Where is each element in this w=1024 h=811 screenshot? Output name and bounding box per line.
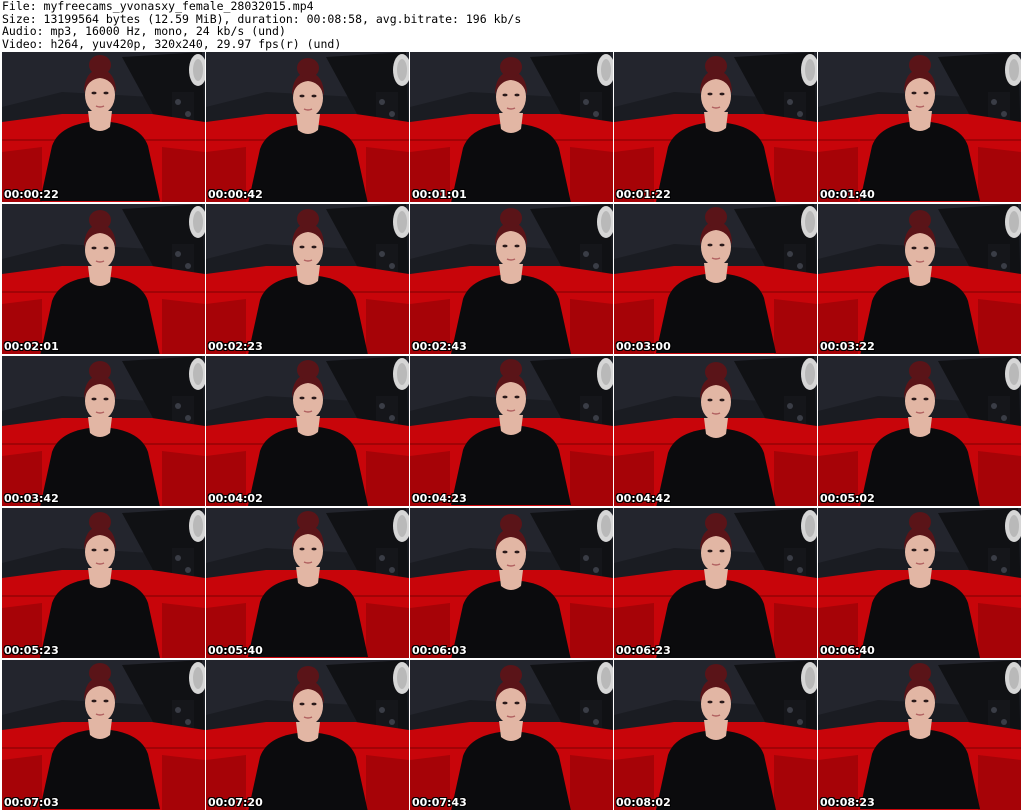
video-frame-thumbnail[interactable]: 00:01:40 — [818, 52, 1021, 202]
frame-image — [818, 204, 1021, 354]
frame-timestamp: 00:02:01 — [4, 340, 59, 353]
video-frame-thumbnail[interactable]: 00:08:02 — [614, 660, 817, 810]
frame-image — [614, 660, 817, 810]
video-frame-thumbnail[interactable]: 00:05:23 — [2, 508, 205, 658]
video-info-line: Video: h264, yuv420p, 320x240, 29.97 fps… — [2, 36, 342, 51]
frame-image — [410, 52, 613, 202]
frame-image — [2, 52, 205, 202]
frame-image — [614, 52, 817, 202]
audio-info-line: Audio: mp3, 16000 Hz, mono, 24 kb/s (und… — [2, 24, 286, 38]
frame-timestamp: 00:06:40 — [820, 644, 875, 657]
frame-image — [818, 508, 1021, 658]
frame-timestamp: 00:02:23 — [208, 340, 263, 353]
video-frame-thumbnail[interactable]: 00:05:02 — [818, 356, 1021, 506]
frame-image — [818, 660, 1021, 810]
thumbnail-grid: 00:00:22 00:00:42 00:01:01 00:01:22 00:01:40… — [2, 52, 1022, 811]
frame-timestamp: 00:07:03 — [4, 796, 59, 809]
video-frame-thumbnail[interactable]: 00:04:42 — [614, 356, 817, 506]
frame-image — [614, 356, 817, 506]
frame-image — [410, 204, 613, 354]
frame-timestamp: 00:05:23 — [4, 644, 59, 657]
video-frame-thumbnail[interactable]: 00:02:43 — [410, 204, 613, 354]
frame-image — [206, 508, 409, 658]
frame-timestamp: 00:06:23 — [616, 644, 671, 657]
video-frame-thumbnail[interactable]: 00:01:22 — [614, 52, 817, 202]
video-frame-thumbnail[interactable]: 00:08:23 — [818, 660, 1021, 810]
frame-timestamp: 00:06:03 — [412, 644, 467, 657]
frame-image — [410, 508, 613, 658]
file-info-header: File: myfreecams_yvonasxy_female_2803201… — [2, 0, 1022, 50]
video-frame-thumbnail[interactable]: 00:07:43 — [410, 660, 613, 810]
frame-image — [206, 356, 409, 506]
video-frame-thumbnail[interactable]: 00:04:23 — [410, 356, 613, 506]
frame-timestamp: 00:07:43 — [412, 796, 467, 809]
file-name-line: File: myfreecams_yvonasxy_female_2803201… — [2, 0, 314, 13]
video-frame-thumbnail[interactable]: 00:07:20 — [206, 660, 409, 810]
frame-image — [818, 52, 1021, 202]
video-frame-thumbnail[interactable]: 00:01:01 — [410, 52, 613, 202]
frame-timestamp: 00:08:02 — [616, 796, 671, 809]
frame-image — [206, 204, 409, 354]
video-frame-thumbnail[interactable]: 00:00:42 — [206, 52, 409, 202]
frame-image — [818, 356, 1021, 506]
frame-image — [614, 204, 817, 354]
frame-timestamp: 00:05:02 — [820, 492, 875, 505]
frame-timestamp: 00:03:42 — [4, 492, 59, 505]
video-frame-thumbnail[interactable]: 00:07:03 — [2, 660, 205, 810]
frame-image — [614, 508, 817, 658]
video-frame-thumbnail[interactable]: 00:03:22 — [818, 204, 1021, 354]
video-frame-thumbnail[interactable]: 00:04:02 — [206, 356, 409, 506]
frame-timestamp: 00:04:02 — [208, 492, 263, 505]
frame-timestamp: 00:07:20 — [208, 796, 263, 809]
frame-timestamp: 00:01:22 — [616, 188, 671, 201]
frame-image — [2, 660, 205, 810]
video-frame-thumbnail[interactable]: 00:05:40 — [206, 508, 409, 658]
video-frame-thumbnail[interactable]: 00:03:42 — [2, 356, 205, 506]
video-frame-thumbnail[interactable]: 00:03:00 — [614, 204, 817, 354]
video-frame-thumbnail[interactable]: 00:00:22 — [2, 52, 205, 202]
frame-timestamp: 00:00:22 — [4, 188, 59, 201]
frame-image — [410, 660, 613, 810]
frame-image — [2, 356, 205, 506]
frame-timestamp: 00:00:42 — [208, 188, 263, 201]
frame-image — [206, 52, 409, 202]
frame-image — [206, 660, 409, 810]
video-frame-thumbnail[interactable]: 00:06:40 — [818, 508, 1021, 658]
video-frame-thumbnail[interactable]: 00:06:03 — [410, 508, 613, 658]
frame-image — [2, 204, 205, 354]
frame-timestamp: 00:08:23 — [820, 796, 875, 809]
video-frame-thumbnail[interactable]: 00:02:23 — [206, 204, 409, 354]
frame-timestamp: 00:05:40 — [208, 644, 263, 657]
frame-timestamp: 00:01:01 — [412, 188, 467, 201]
frame-timestamp: 00:03:00 — [616, 340, 671, 353]
video-frame-thumbnail[interactable]: 00:06:23 — [614, 508, 817, 658]
frame-timestamp: 00:04:23 — [412, 492, 467, 505]
frame-timestamp: 00:02:43 — [412, 340, 467, 353]
frame-timestamp: 00:03:22 — [820, 340, 875, 353]
frame-image — [2, 508, 205, 658]
frame-timestamp: 00:04:42 — [616, 492, 671, 505]
frame-image — [410, 356, 613, 506]
frame-timestamp: 00:01:40 — [820, 188, 875, 201]
video-frame-thumbnail[interactable]: 00:02:01 — [2, 204, 205, 354]
